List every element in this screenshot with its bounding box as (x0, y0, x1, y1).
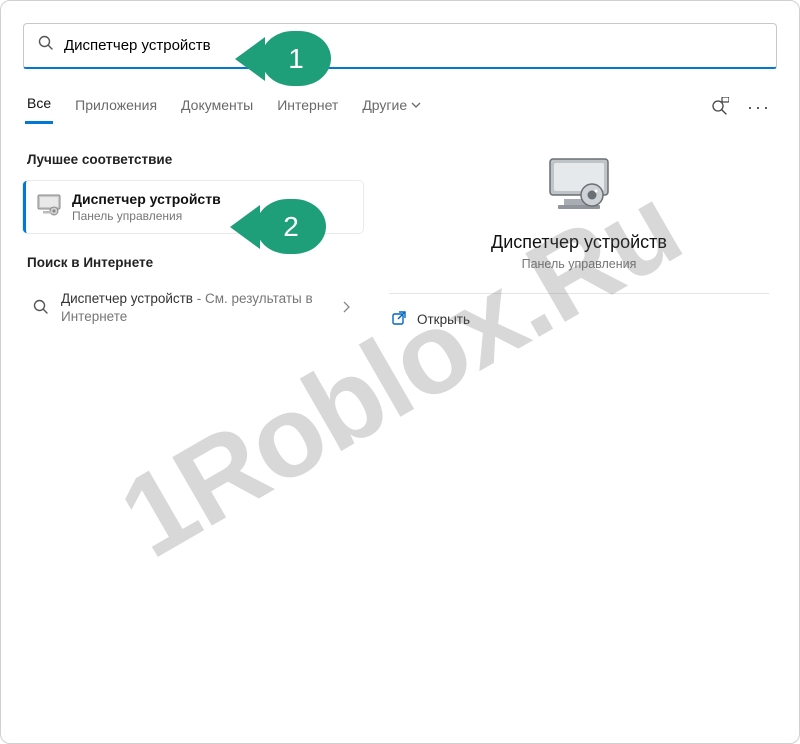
web-search-heading: Поиск в Интернете (27, 255, 359, 270)
more-options-button[interactable]: ··· (743, 97, 775, 118)
device-manager-large-icon (543, 154, 615, 214)
work-search-icon[interactable] (709, 97, 729, 118)
best-match-result[interactable]: Диспетчер устройств Панель управления (23, 181, 363, 233)
detail-title: Диспетчер устройств (381, 232, 777, 253)
search-tabs-row: Все Приложения Документы Интернет Другие… (23, 91, 777, 124)
best-match-title: Диспетчер устройств (72, 191, 221, 207)
tab-web[interactable]: Интернет (275, 91, 340, 124)
web-search-result[interactable]: Диспетчер устройств - См. результаты в И… (23, 284, 363, 332)
detail-panel: Диспетчер устройств Панель управления От… (381, 146, 777, 345)
best-match-heading: Лучшее соответствие (27, 152, 359, 167)
chevron-down-icon (411, 97, 421, 113)
detail-subtitle: Панель управления (381, 257, 777, 271)
search-icon (33, 299, 49, 318)
open-action[interactable]: Открыть (381, 294, 777, 345)
open-icon (391, 310, 407, 329)
search-bar[interactable] (23, 23, 777, 69)
tab-apps[interactable]: Приложения (73, 91, 159, 124)
device-manager-icon (36, 193, 62, 222)
chevron-right-icon (343, 300, 357, 316)
tab-documents[interactable]: Документы (179, 91, 255, 124)
tab-all[interactable]: Все (25, 91, 53, 124)
best-match-subtitle: Панель управления (72, 209, 221, 223)
search-input[interactable] (64, 37, 762, 54)
search-icon (38, 35, 54, 56)
web-result-label: Диспетчер устройств - См. результаты в И… (61, 290, 331, 326)
tab-more[interactable]: Другие (360, 91, 423, 124)
search-tabs: Все Приложения Документы Интернет Другие (25, 91, 423, 124)
results-panel: Лучшее соответствие Диспетчер устройств … (23, 146, 363, 345)
open-label: Открыть (417, 312, 470, 327)
